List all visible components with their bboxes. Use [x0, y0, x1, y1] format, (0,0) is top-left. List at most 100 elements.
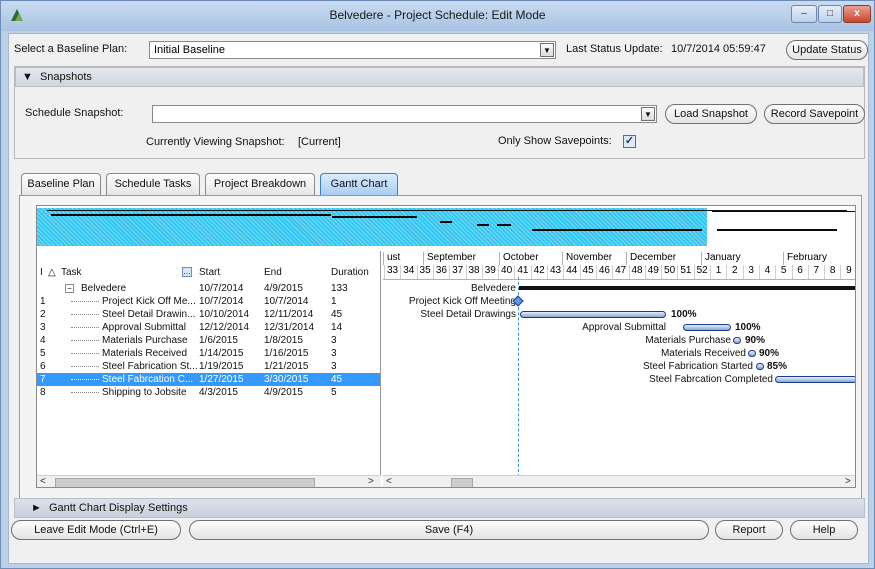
cell-end: 1/16/2015: [264, 348, 309, 359]
col-header-id[interactable]: I: [40, 267, 43, 278]
close-button[interactable]: x: [843, 5, 871, 23]
schedule-snapshot-label: Schedule Snapshot:: [25, 107, 124, 119]
tree-connector: [71, 340, 99, 341]
month-label: November: [562, 252, 612, 265]
gantt-task-label: Steel Fabrcation Completed: [649, 374, 773, 385]
task-bar[interactable]: [775, 376, 855, 383]
cell-task: Materials Received: [102, 348, 188, 359]
tree-connector: [71, 392, 99, 393]
scroll-left-icon[interactable]: <: [386, 476, 392, 487]
leave-edit-mode-button[interactable]: Leave Edit Mode (Ctrl+E): [11, 520, 181, 540]
week-label: 51: [677, 265, 693, 279]
cell-id: 7: [40, 374, 46, 385]
cell-start: 1/27/2015: [199, 374, 244, 385]
summary-bar[interactable]: [519, 286, 855, 290]
task-row[interactable]: 1 Project Kick Off Me... 10/7/2014 10/7/201…: [37, 295, 380, 308]
snapshots-toggle[interactable]: ▼ Snapshots: [15, 67, 864, 87]
tree-connector: [71, 301, 99, 302]
chevron-down-icon[interactable]: ▼: [540, 43, 554, 57]
help-button[interactable]: Help: [790, 520, 858, 540]
sort-icon[interactable]: △: [48, 267, 56, 278]
report-button[interactable]: Report: [715, 520, 783, 540]
task-bar[interactable]: [733, 337, 741, 344]
baseline-select-value: Initial Baseline: [154, 44, 225, 56]
month-label: February: [783, 252, 827, 265]
maximize-button[interactable]: □: [818, 5, 842, 23]
tree-connector: [71, 379, 99, 380]
gantt-container: I △ Task … Start End Duration − Belvedere…: [36, 205, 856, 488]
overview-line: [440, 221, 452, 223]
collapse-icon[interactable]: −: [65, 284, 74, 293]
tree-connector: [71, 314, 99, 315]
percent-complete-label: 100%: [671, 309, 697, 320]
scroll-left-icon[interactable]: <: [40, 476, 46, 487]
cell-id: 3: [40, 322, 46, 333]
app-window: Belvedere - Project Schedule: Edit Mode …: [0, 0, 875, 569]
month-label: January: [701, 252, 741, 265]
week-label: 36: [432, 265, 449, 279]
display-settings-toggle[interactable]: ► Gantt Chart Display Settings: [14, 498, 865, 518]
column-chooser-icon[interactable]: …: [182, 267, 192, 277]
scroll-right-icon[interactable]: >: [368, 476, 374, 487]
week-label: 2: [726, 265, 742, 279]
task-row[interactable]: 7 Steel Fabrcation C... 1/27/2015 3/30/2015…: [37, 373, 380, 386]
task-row[interactable]: 5 Materials Received 1/14/2015 1/16/2015 3: [37, 347, 380, 360]
task-row[interactable]: 8 Shipping to Jobsite 4/3/2015 4/9/2015 5: [37, 386, 380, 399]
week-label: 44: [563, 265, 579, 279]
task-row[interactable]: 3 Approval Submittal 12/12/2014 12/31/2014 1…: [37, 321, 380, 334]
cell-start: 1/19/2015: [199, 361, 244, 372]
cell-id: 1: [40, 296, 46, 307]
update-status-button[interactable]: Update Status: [786, 40, 868, 60]
scroll-right-icon[interactable]: >: [845, 476, 851, 487]
only-savepoints-checkbox[interactable]: ✓: [623, 135, 636, 148]
chevron-down-icon[interactable]: ▼: [641, 107, 655, 121]
cell-start: 10/10/2014: [199, 309, 250, 320]
week-label: 41: [514, 265, 530, 279]
overview-line: [717, 229, 837, 231]
record-savepoint-button[interactable]: Record Savepoint: [764, 104, 865, 124]
overview-line: [477, 224, 489, 226]
task-row[interactable]: 4 Materials Purchase 1/6/2015 1/8/2015 3: [37, 334, 380, 347]
task-bar[interactable]: [748, 350, 756, 357]
task-row[interactable]: 2 Steel Detail Drawin... 10/10/2014 12/11/2…: [37, 308, 380, 321]
tree-connector: [71, 366, 99, 367]
week-label: 35: [416, 265, 433, 279]
gantt-overview[interactable]: [37, 206, 855, 246]
tab-gantt-chart[interactable]: Gantt Chart: [320, 173, 398, 195]
grid-horizontal-scrollbar[interactable]: < >: [37, 475, 381, 487]
col-header-end[interactable]: End: [264, 267, 282, 278]
main-client-area: Select a Baseline Plan: Initial Baseline…: [8, 33, 869, 564]
cell-start: 1/6/2015: [199, 335, 238, 346]
today-line: [518, 277, 519, 475]
task-bar[interactable]: [683, 324, 731, 331]
schedule-snapshot-select[interactable]: ▼: [152, 105, 657, 123]
scroll-thumb[interactable]: [451, 478, 473, 487]
month-label: ust: [383, 252, 400, 265]
gantt-task-label: Steel Fabrication Started: [642, 361, 753, 372]
currently-viewing-label: Currently Viewing Snapshot:: [146, 136, 285, 148]
baseline-select[interactable]: Initial Baseline ▼: [149, 41, 556, 59]
task-grid: I △ Task … Start End Duration − Belvedere…: [37, 251, 381, 475]
col-header-duration[interactable]: Duration: [331, 267, 369, 278]
minimize-button[interactable]: –: [791, 5, 817, 23]
scroll-thumb[interactable]: [55, 478, 315, 487]
gantt-horizontal-scrollbar[interactable]: < >: [383, 475, 855, 487]
save-button[interactable]: Save (F4): [189, 520, 709, 540]
col-header-start[interactable]: Start: [199, 267, 220, 278]
task-row[interactable]: − Belvedere 10/7/2014 4/9/2015 133: [37, 282, 380, 295]
tab-schedule-tasks[interactable]: Schedule Tasks: [106, 173, 200, 195]
week-label: 50: [661, 265, 677, 279]
tab-baseline-plan[interactable]: Baseline Plan: [21, 173, 101, 195]
window-title: Belvedere - Project Schedule: Edit Mode: [329, 8, 546, 22]
task-row[interactable]: 6 Steel Fabrication St... 1/19/2015 1/21/20…: [37, 360, 380, 373]
task-bar[interactable]: [756, 363, 764, 370]
cell-duration: 45: [331, 309, 343, 320]
task-bar[interactable]: [520, 311, 666, 318]
tab-project-breakdown[interactable]: Project Breakdown: [205, 173, 315, 195]
cell-start: 10/7/2014: [199, 296, 244, 307]
cell-id: 8: [40, 387, 46, 398]
col-header-task[interactable]: Task: [61, 267, 82, 278]
load-snapshot-button[interactable]: Load Snapshot: [665, 104, 757, 124]
cell-duration: 45: [331, 374, 343, 385]
cell-start: 4/3/2015: [199, 387, 238, 398]
